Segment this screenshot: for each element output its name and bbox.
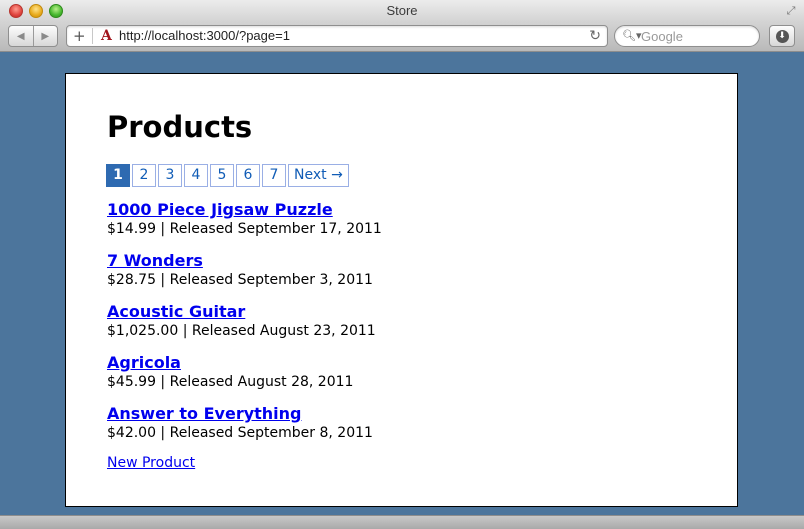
product-info: $42.00 | Released September 8, 2011 xyxy=(107,425,373,441)
address-bar[interactable]: + A http://localhost:3000/?page=1 ↻ xyxy=(66,25,608,47)
product-list: 1000 Piece Jigsaw Puzzle $14.99 | Releas… xyxy=(107,200,382,455)
window-title: Store xyxy=(386,3,418,18)
search-bar[interactable]: 🔍︎▾ xyxy=(614,25,760,47)
product-name-link[interactable]: Agricola xyxy=(107,353,382,373)
product-info: $45.99 | Released August 28, 2011 xyxy=(107,374,354,390)
minimize-window-button[interactable] xyxy=(29,4,43,18)
pagination: 1 2 3 4 5 6 7 Next → xyxy=(106,164,351,187)
window-titlebar: Store ⤢ xyxy=(0,0,804,22)
product-name-link[interactable]: 7 Wonders xyxy=(107,251,382,271)
next-page-link[interactable]: Next → xyxy=(288,164,349,187)
new-product-link[interactable]: New Product xyxy=(107,455,195,471)
zoom-window-button[interactable] xyxy=(49,4,63,18)
reload-icon[interactable]: ↻ xyxy=(589,27,601,45)
product-info: $28.75 | Released September 3, 2011 xyxy=(107,272,373,288)
forward-button[interactable]: ▶ xyxy=(32,26,58,46)
product-item: 1000 Piece Jigsaw Puzzle $14.99 | Releas… xyxy=(107,200,382,251)
page-link-4[interactable]: 4 xyxy=(184,164,208,187)
search-input[interactable] xyxy=(641,27,751,45)
search-icon: 🔍︎▾ xyxy=(622,29,642,42)
product-name-link[interactable]: 1000 Piece Jigsaw Puzzle xyxy=(107,200,382,220)
page-link-current: 1 xyxy=(106,164,130,187)
page-link-6[interactable]: 6 xyxy=(236,164,260,187)
product-name-link[interactable]: Answer to Everything xyxy=(107,404,382,424)
page-link-7[interactable]: 7 xyxy=(262,164,286,187)
back-arrow-icon: ◀ xyxy=(16,30,25,42)
url-text[interactable]: http://localhost:3000/?page=1 xyxy=(119,26,290,46)
site-favicon-icon: A xyxy=(101,28,112,44)
product-item: Answer to Everything $42.00 | Released S… xyxy=(107,404,382,455)
page-title: Products xyxy=(107,110,253,144)
browser-bottom-bar xyxy=(0,515,804,529)
product-info: $1,025.00 | Released August 23, 2011 xyxy=(107,323,376,339)
download-icon: ⬇ xyxy=(775,29,789,43)
product-item: Acoustic Guitar $1,025.00 | Released Aug… xyxy=(107,302,382,353)
address-bar-divider xyxy=(92,28,93,44)
product-name-link[interactable]: Acoustic Guitar xyxy=(107,302,382,322)
back-button[interactable]: ◀ xyxy=(9,26,33,46)
page-link-2[interactable]: 2 xyxy=(132,164,156,187)
forward-arrow-icon: ▶ xyxy=(41,30,50,42)
navigation-buttons: ◀ ▶ xyxy=(8,25,58,47)
product-info: $14.99 | Released September 17, 2011 xyxy=(107,221,382,237)
product-item: Agricola $45.99 | Released August 28, 20… xyxy=(107,353,382,404)
browser-toolbar: ◀ ▶ + A http://localhost:3000/?page=1 ↻ … xyxy=(0,22,804,52)
close-window-button[interactable] xyxy=(9,4,23,18)
page-link-5[interactable]: 5 xyxy=(210,164,234,187)
product-item: 7 Wonders $28.75 | Released September 3,… xyxy=(107,251,382,302)
content-container: Products 1 2 3 4 5 6 7 Next → 1000 Piece… xyxy=(65,73,738,507)
add-bookmark-icon[interactable]: + xyxy=(73,27,86,45)
fullscreen-icon[interactable]: ⤢ xyxy=(784,4,798,18)
downloads-button[interactable]: ⬇ xyxy=(769,25,795,47)
page-link-3[interactable]: 3 xyxy=(158,164,182,187)
